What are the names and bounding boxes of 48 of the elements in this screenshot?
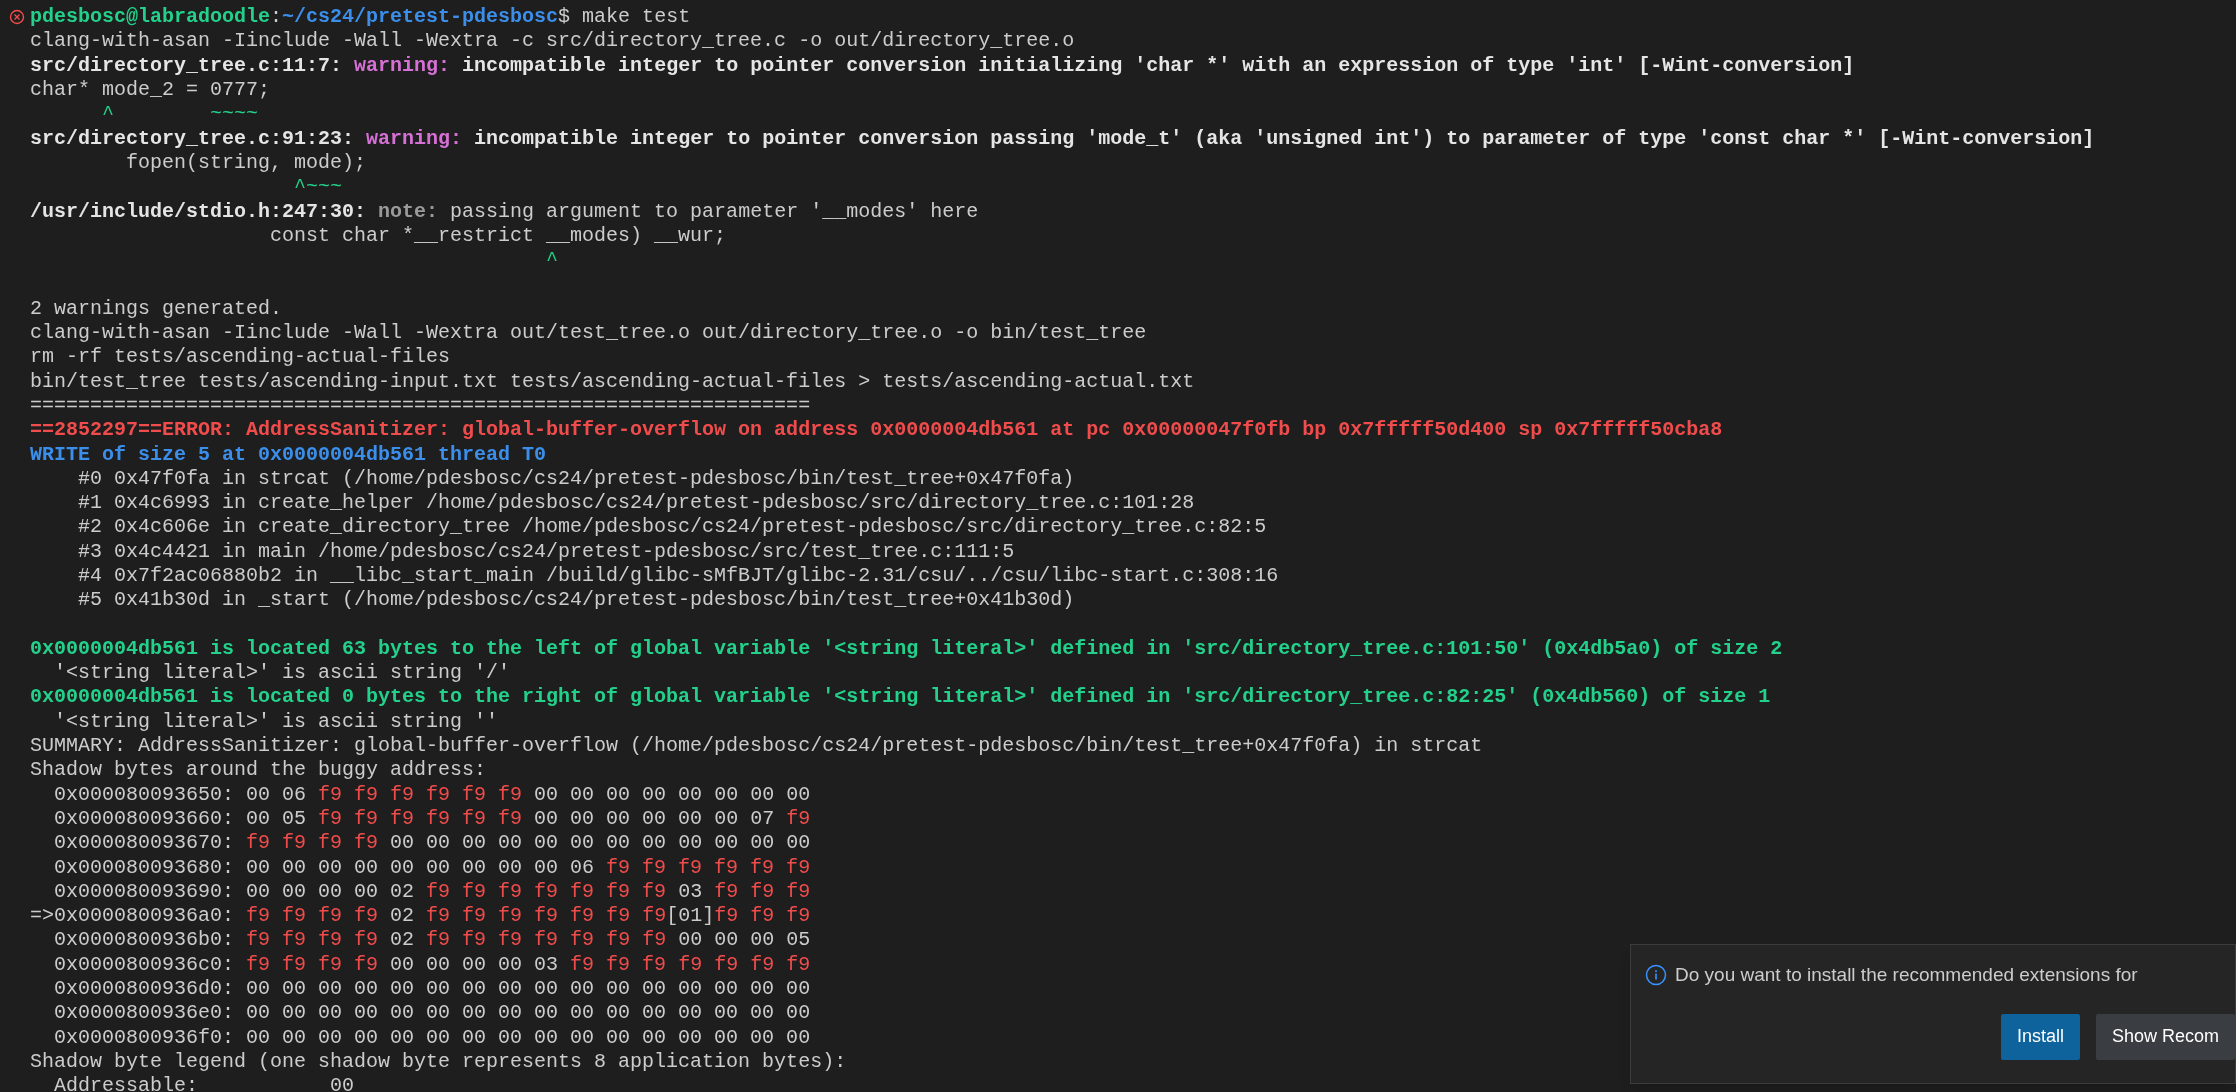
terminal-line: src/directory_tree.c:91:23: warning: incompatible integer to pointer conversion passing 'mode_t' (aka 'unsigned int') to parameter of type 'const char *' [-Wint-conversion] [30,125,2095,152]
terminal-line: #0 0x47f0fa in strcat (/home/pdesbosc/cs24/pretest-pdesbosc/bin/test_tree+0x47f0fa) [77,465,1075,492]
terminal-line: ^~~~ [293,174,343,201]
terminal-line: const char *__restrict __modes) __wur; [269,222,727,249]
terminal-line: 0x000080093670: f9 f9 f9 f9 00 00 00 00 00 00 00 00 00 00 00 00 [53,830,811,857]
show-recommendations-button[interactable]: Show Recom [2095,1013,2235,1060]
terminal-line: #3 0x4c4421 in main /home/pdesbosc/cs24/pretest-pdesbosc/src/test_tree.c:111:5 [77,538,1015,565]
info-icon [1645,964,1667,987]
terminal-line: '<string literal>' is ascii string '/' [53,660,511,687]
terminal-line: Shadow bytes around the buggy address: [30,757,487,784]
terminal-line: 0x000080093680: 00 00 00 00 00 00 00 00 00 06 f9 f9 f9 f9 f9 f9 [53,854,811,881]
terminal-line: /usr/include/stdio.h:247:30: note: passing argument to parameter '__modes' here [30,198,979,225]
notification-message: Do you want to install the recommended extensions for [1675,963,2138,987]
error-icon [8,9,25,26]
terminal-line: 0x0000004db561 is located 0 bytes to the right of global variable '<string literal>' defined in 'src/directory_tree.c:82:25' (0x4db560) of size 1 [30,684,1771,711]
terminal-line: clang-with-asan -Iinclude -Wall -Wextra out/test_tree.o out/directory_tree.o -o bin/test_tree [30,320,1147,346]
terminal-line: ================================================================= [30,392,811,419]
terminal-line: SUMMARY: AddressSanitizer: global-buffer-overflow (/home/pdesbosc/cs24/pretest-pdesbosc/bin/test_tree+0x47f0fa) in strcat [30,733,1483,760]
install-button[interactable]: Install [2000,1013,2080,1060]
terminal-line: src/directory_tree.c:11:7: warning: incompatible integer to pointer conversion initializing 'char *' with an expression of type 'int' [-Wint-conversion] [30,52,1855,79]
terminal-line: '<string literal>' is ascii string '' [53,708,499,735]
terminal-line: clang-with-asan -Iinclude -Wall -Wextra -c src/directory_tree.c -o out/directory_tree.o [30,28,1075,55]
terminal-line: rm -rf tests/ascending-actual-files [30,344,451,371]
terminal-line: #2 0x4c606e in create_directory_tree /home/pdesbosc/cs24/pretest-pdesbosc/src/directory_tree.c:82:5 [77,514,1267,541]
terminal-line: Shadow byte legend (one shadow byte represents 8 application bytes): [30,1048,847,1075]
terminal-line: char* mode_2 = 0777; [30,77,271,104]
terminal-line: #4 0x7f2ac06880b2 in __libc_start_main /build/glibc-sMfBJT/glibc-2.31/csu/../csu/libc-start.c:308:16 [77,563,1279,589]
terminal-line: fopen(string, mode); [125,149,367,176]
terminal-line: Addressable: 00 [53,1073,355,1092]
terminal-line: #1 0x4c6993 in create_helper /home/pdesbosc/cs24/pretest-pdesbosc/src/directory_tree.c:101:28 [77,490,1195,517]
terminal-line: 2 warnings generated. [30,295,283,322]
terminal-line: 0x000080093690: 00 00 00 00 02 f9 f9 f9 f9 f9 f9 f9 03 f9 f9 f9 [53,878,811,905]
terminal-line: bin/test_tree tests/ascending-input.txt tests/ascending-actual-files > tests/ascending-actual.txt [30,368,1195,395]
terminal-line: 0x0000004db561 is located 63 bytes to the left of global variable '<string literal>' defined in 'src/directory_tree.c:101:50' (0x4db5a0) of size 2 [30,635,1783,662]
terminal-line: 0x0000800936d0: 00 00 00 00 00 00 00 00 00 00 00 00 00 00 00 00 [53,976,811,1003]
command-line: pdesbosc@labradoodle:~/cs24/pretest-pdesbosc$ make test [30,4,691,31]
terminal-line: 0x0000800936c0: f9 f9 f9 f9 00 00 00 00 03 f9 f9 f9 f9 f9 f9 f9 [53,951,811,978]
terminal-line: ^ [545,247,559,274]
terminal-line: ==2852297==ERROR: AddressSanitizer: global-buffer-overflow on address 0x0000004db561 at pc 0x00000047f0fb bp 0x7fffff50d400 sp 0x7fffff50cba8 [30,417,1723,444]
terminal-line: 0x000080093650: 00 06 f9 f9 f9 f9 f9 f9 00 00 00 00 00 00 00 00 [53,781,811,808]
terminal-line: ^ ~~~~ [101,101,259,128]
terminal-line: =>0x0000800936a0: f9 f9 f9 f9 02 f9 f9 f9 f9 f9 f9 f9[01]f9 f9 f9 [30,903,811,930]
terminal-line: 0x0000800936f0: 00 00 00 00 00 00 00 00 00 00 00 00 00 00 00 00 [53,1024,811,1051]
terminal-line: 0x000080093660: 00 05 f9 f9 f9 f9 f9 f9 00 00 00 00 00 00 07 f9 [53,805,811,832]
terminal-line: #5 0x41b30d in _start (/home/pdesbosc/cs24/pretest-pdesbosc/bin/test_tree+0x41b30d) [77,587,1075,614]
terminal-line: WRITE of size 5 at 0x0000004db561 thread T0 [30,441,547,468]
terminal-line: 0x0000800936b0: f9 f9 f9 f9 02 f9 f9 f9 f9 f9 f9 f9 00 00 00 05 [53,927,811,954]
terminal-line: 0x0000800936e0: 00 00 00 00 00 00 00 00 00 00 00 00 00 00 00 00 [53,1000,811,1027]
